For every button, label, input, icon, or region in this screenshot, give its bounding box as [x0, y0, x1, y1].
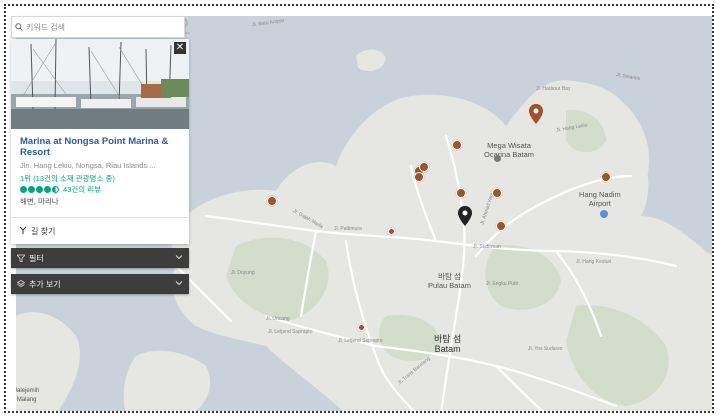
selected-pin-icon[interactable]	[458, 206, 472, 226]
poi-marker[interactable]	[456, 188, 466, 198]
map-label-lagoi: Jalejemih Malang	[16, 388, 40, 403]
place-title[interactable]: Marina at Nongsa Point Marina & Resort	[20, 136, 180, 158]
road-label-yos: Jl. Yos Sudarso	[528, 346, 563, 352]
pin-icon-orange[interactable]	[529, 104, 543, 124]
layers-icon	[17, 280, 25, 287]
place-rank[interactable]: 1위 (13건의 소재 관광명소 중)	[20, 173, 115, 184]
poi-marker[interactable]	[496, 221, 506, 231]
road-label-letjend: Jl. Letjend Suprapto	[268, 329, 313, 335]
close-icon[interactable]: ✕	[174, 42, 186, 54]
road-label-engku: Jl. Engku Putri	[486, 281, 519, 287]
more-bar[interactable]: 추가 보기	[11, 274, 189, 294]
place-category: 해변, 마리나	[20, 197, 59, 206]
directions-label: 길 찾기	[31, 226, 56, 236]
directions-icon	[19, 226, 27, 237]
island-south	[123, 350, 210, 411]
road-label-harbour: Jl. Harbour Bay	[536, 86, 571, 92]
directions-button[interactable]: 길 찾기	[11, 217, 189, 244]
place-address: Jln. Hang Lekiu, Nongsa, Riau Islands ..…	[20, 161, 156, 170]
place-info-card: ✕ Marina at Nongsa Point Marina & Resort…	[11, 39, 189, 244]
poi-marker[interactable]	[267, 196, 277, 206]
search-icon	[12, 23, 26, 31]
attraction-icon	[494, 155, 501, 162]
poi-marker[interactable]	[388, 228, 395, 235]
island-north-small	[356, 49, 386, 71]
poi-marker[interactable]	[492, 188, 502, 198]
review-count[interactable]: 43건의 리뷰	[63, 184, 101, 195]
filter-bar[interactable]: 필터	[11, 248, 189, 268]
screenshot-frame: Mega Wisata Ocarina Batam Hang Nadim Air…	[4, 4, 714, 413]
map-label-mega-wisata: Mega Wisata Ocarina Batam	[484, 141, 535, 159]
poi-marker[interactable]	[414, 172, 424, 182]
rating-bubble-icon	[28, 186, 35, 193]
poi-marker[interactable]	[601, 172, 611, 182]
chevron-down-icon	[175, 279, 183, 289]
poi-marker[interactable]	[419, 162, 429, 172]
search-input[interactable]: 키워드 검색	[26, 22, 65, 33]
rating-bubble-icon	[44, 186, 51, 193]
poi-marker[interactable]	[452, 140, 462, 150]
road-label-hang-kesturi: Jl. Hang Kesturi	[576, 259, 612, 265]
map-label-batam: 바탐 섬 Batam	[434, 334, 462, 354]
rating-bubble-icon	[20, 186, 27, 193]
road-label-pattimura: Jl. Pattimura	[334, 226, 362, 232]
more-label: 추가 보기	[29, 279, 61, 289]
map-label-pulau-batam: 바탐 섬 Pulau Batam	[428, 272, 471, 290]
marina-photo-image	[11, 39, 189, 129]
place-photo[interactable]: ✕	[11, 39, 189, 129]
chevron-down-icon	[175, 253, 183, 263]
review-rating[interactable]: 43건의 리뷰	[20, 184, 101, 195]
airport-icon	[600, 210, 608, 218]
search-box[interactable]: 키워드 검색	[11, 16, 185, 38]
rating-bubble-icon	[36, 186, 43, 193]
road-label-uncang: Jl. Uncang	[266, 316, 290, 322]
road-label-duyung: Jl. Duyung	[231, 270, 255, 276]
road-label-sudirman: Jl. Sudirman	[473, 244, 501, 250]
filter-icon	[17, 254, 25, 262]
road-label-letjend-2: Jl. Letjend Suprapto	[338, 338, 383, 344]
rating-bubble-half-icon	[52, 186, 59, 193]
filter-label: 필터	[29, 253, 44, 263]
map-label-hang-nadim: Hang Nadim Airport	[579, 190, 621, 208]
poi-marker[interactable]	[358, 324, 365, 331]
